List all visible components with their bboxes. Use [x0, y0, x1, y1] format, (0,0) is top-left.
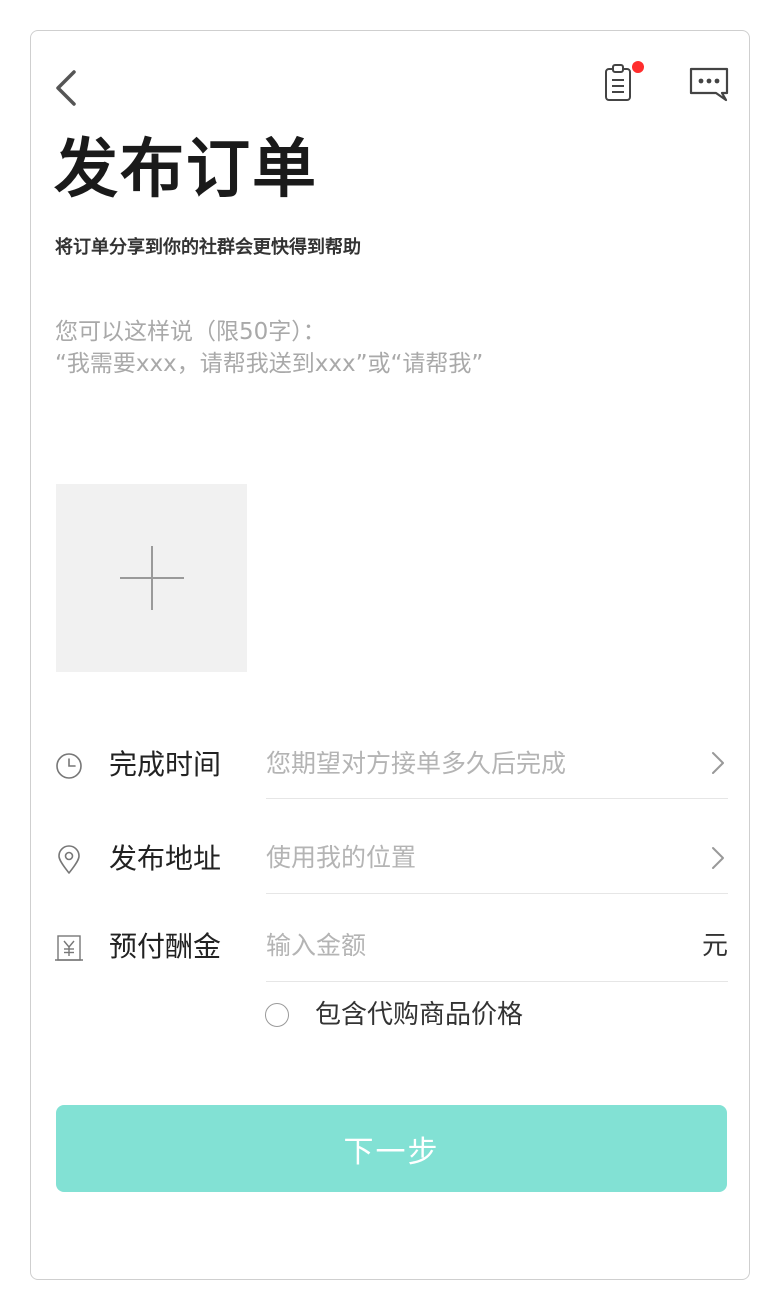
chat-bubble-icon: [689, 67, 729, 102]
reward-label: 预付酬金: [109, 930, 222, 963]
back-button[interactable]: [50, 66, 84, 110]
address-field[interactable]: 使用我的位置: [266, 845, 416, 870]
page-title: 发布订单: [54, 133, 318, 207]
description-hint-line1: 您可以这样说（限50字）：: [55, 319, 326, 345]
description-hint-line2: “我需要xxx，请帮我送到xxx”或“请帮我”: [55, 351, 484, 377]
yen-icon: [55, 933, 83, 967]
chevron-left-icon: [56, 70, 76, 106]
divider: [266, 981, 728, 982]
notification-dot: [632, 61, 644, 73]
messages-button[interactable]: [686, 64, 732, 104]
reward-amount-input[interactable]: 输入金额: [266, 933, 366, 958]
orders-button[interactable]: [600, 60, 646, 106]
clipboard-icon: [605, 61, 644, 101]
plus-icon: [120, 546, 184, 610]
include-goods-price-radio[interactable]: [265, 1003, 289, 1027]
page-subtitle: 将订单分享到你的社群会更快得到帮助: [55, 237, 361, 258]
location-pin-icon: [56, 845, 82, 879]
include-goods-price-label[interactable]: 包含代购商品价格: [315, 1002, 523, 1028]
completion-time-field[interactable]: 您期望对方接单多久后完成: [266, 751, 566, 776]
add-photo-button[interactable]: [56, 484, 247, 672]
chevron-right-icon[interactable]: [708, 748, 728, 778]
divider: [266, 798, 728, 799]
description-input[interactable]: 您可以这样说（限50字）： “我需要xxx，请帮我送到xxx”或“请帮我”: [55, 316, 483, 380]
chevron-right-icon[interactable]: [708, 843, 728, 873]
next-step-button[interactable]: 下一步: [56, 1105, 727, 1192]
completion-time-label: 完成时间: [109, 748, 222, 781]
divider: [266, 893, 728, 894]
clock-icon: [55, 752, 83, 784]
reward-unit: 元: [702, 931, 729, 961]
address-label: 发布地址: [109, 842, 222, 875]
